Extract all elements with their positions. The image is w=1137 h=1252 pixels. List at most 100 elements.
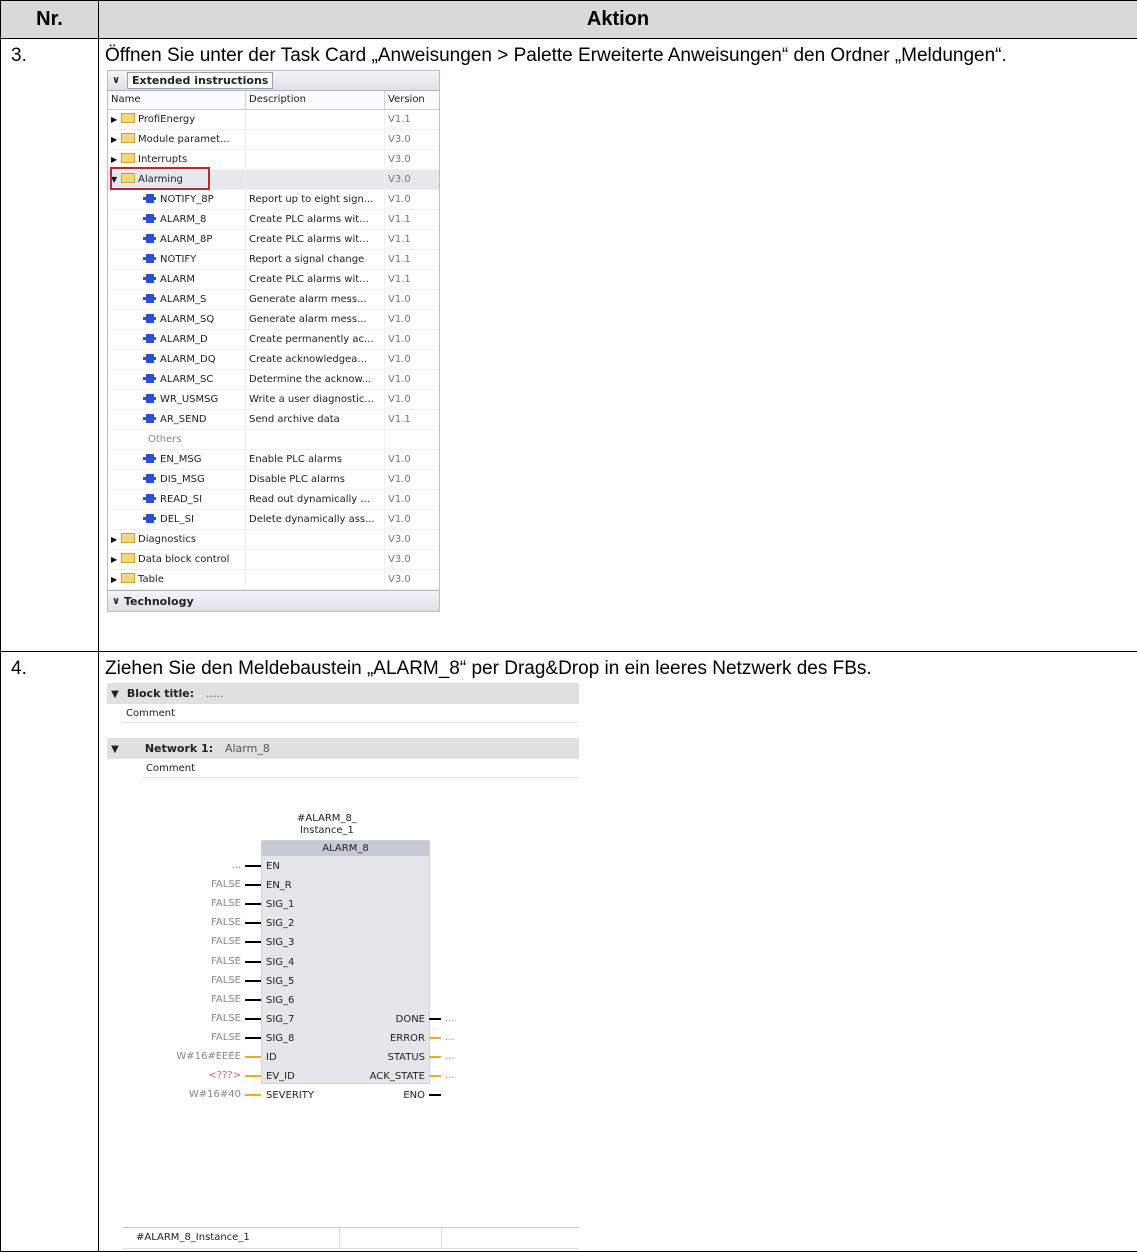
instruction-row[interactable]: NOTIFY_8P Report up to eight sign... V1.… xyxy=(108,190,439,210)
input-value[interactable]: W#16#EEEE xyxy=(143,1049,241,1065)
output-pin-ack_state: ACK_STATE xyxy=(370,1069,425,1085)
output-wire xyxy=(429,1094,441,1096)
collapsed-triangle-icon[interactable]: ▶ xyxy=(111,570,121,589)
instruction-version: V1.0 xyxy=(385,470,437,489)
function-block-icon xyxy=(143,414,156,423)
network-title-bar[interactable]: ▼ Network 1: Alarm_8 xyxy=(107,738,579,759)
block-title-value[interactable]: ..... xyxy=(206,687,223,700)
instruction-version: V1.0 xyxy=(385,350,437,369)
instruction-row[interactable]: AR_SEND Send archive data V1.1 xyxy=(108,410,439,430)
network-name[interactable]: Alarm_8 xyxy=(225,742,270,755)
input-value[interactable]: <???> xyxy=(143,1068,241,1084)
instruction-row[interactable]: NOTIFY Report a signal change V1.1 xyxy=(108,250,439,270)
instruction-version: V1.0 xyxy=(385,490,437,509)
instance-table-row[interactable]: #ALARM_8_Instance_1 xyxy=(122,1227,579,1249)
instruction-row[interactable]: ALARM_S Generate alarm mess... V1.0 xyxy=(108,290,439,310)
block-title-bar[interactable]: ▼ Block title: ..... xyxy=(107,683,579,704)
instruction-row[interactable]: ALARM_D Create permanently ac... V1.0 xyxy=(108,330,439,350)
column-version[interactable]: Version xyxy=(385,91,437,109)
instruction-row[interactable]: ALARM_8 Create PLC alarms wit... V1.1 xyxy=(108,210,439,230)
instruction-row[interactable]: EN_MSG Enable PLC alarms V1.0 xyxy=(108,450,439,470)
instruction-row[interactable]: ALARM_8P Create PLC alarms wit... V1.1 xyxy=(108,230,439,250)
folder-row[interactable]: ▶Table V3.0 xyxy=(108,570,439,590)
column-headers: Name Description Version xyxy=(108,91,439,110)
instruction-name: ALARM_SQ xyxy=(160,314,214,325)
instruction-name: ALARM_8 xyxy=(160,214,206,225)
folder-version: V1.1 xyxy=(385,110,437,129)
step-3-text: Öffnen Sie unter der Task Card „Anweisun… xyxy=(99,39,1137,67)
extended-instructions-header[interactable]: ∨ Extended instructions xyxy=(108,71,439,91)
triangle-down-icon[interactable]: ▼ xyxy=(107,739,123,760)
input-pin-sig_1: SIG_1 xyxy=(266,897,294,913)
function-block-icon xyxy=(143,514,156,523)
technology-header[interactable]: ∨ Technology xyxy=(108,590,439,611)
input-wire xyxy=(245,903,261,905)
input-wire xyxy=(245,1037,261,1039)
input-value[interactable]: FALSE xyxy=(143,992,241,1008)
instruction-row[interactable]: ALARM Create PLC alarms wit... V1.1 xyxy=(108,270,439,290)
input-wire xyxy=(245,884,261,886)
triangle-down-icon[interactable]: ▼ xyxy=(107,684,123,705)
input-value[interactable]: W#16#40 xyxy=(143,1087,241,1103)
highlight-box xyxy=(110,167,210,190)
output-value[interactable]: ... xyxy=(445,1068,455,1084)
instruction-name: NOTIFY xyxy=(160,254,196,265)
output-value[interactable]: ... xyxy=(445,1011,455,1027)
collapsed-triangle-icon[interactable]: ▶ xyxy=(111,110,121,129)
folder-icon xyxy=(121,133,135,143)
collapsed-triangle-icon[interactable]: ▶ xyxy=(111,130,121,149)
instruction-description: Enable PLC alarms xyxy=(246,450,385,469)
step-4-text: Ziehen Sie den Meldebaustein „ALARM_8“ p… xyxy=(99,652,1137,680)
folder-row-alarming[interactable]: ▼Alarming V3.0 xyxy=(108,170,439,190)
instruction-version: V1.1 xyxy=(385,250,437,269)
instance-table-name: #ALARM_8_Instance_1 xyxy=(122,1228,340,1248)
collapsed-triangle-icon[interactable]: ▶ xyxy=(111,550,121,569)
input-value[interactable]: FALSE xyxy=(143,1011,241,1027)
chevron-down-icon[interactable]: ∨ xyxy=(108,596,124,607)
column-name[interactable]: Name xyxy=(108,91,246,109)
output-value[interactable]: ... xyxy=(445,1049,455,1065)
input-value[interactable]: FALSE xyxy=(143,1030,241,1046)
instruction-row[interactable]: DEL_SI Delete dynamically ass... V1.0 xyxy=(108,510,439,530)
output-wire xyxy=(429,1075,441,1077)
input-value[interactable]: FALSE xyxy=(143,973,241,989)
network-comment[interactable]: Comment xyxy=(142,760,579,778)
function-block-icon xyxy=(143,454,156,463)
instruction-description: Create acknowledgea... xyxy=(246,350,385,369)
output-value[interactable]: ... xyxy=(445,1030,455,1046)
instruction-version: V1.1 xyxy=(385,210,437,229)
instruction-row[interactable]: READ_SI Read out dynamically ... V1.0 xyxy=(108,490,439,510)
collapsed-triangle-icon[interactable]: ▶ xyxy=(111,530,121,549)
instruction-version: V1.1 xyxy=(385,230,437,249)
instruction-row[interactable]: ALARM_SC Determine the acknow... V1.0 xyxy=(108,370,439,390)
input-value[interactable]: FALSE xyxy=(143,877,241,893)
instruction-name: WR_USMSG xyxy=(160,394,218,405)
input-value[interactable]: FALSE xyxy=(143,934,241,950)
folder-row[interactable]: ▶Data block control V3.0 xyxy=(108,550,439,570)
output-pin-eno: ENO xyxy=(403,1088,425,1104)
block-comment[interactable]: Comment xyxy=(122,705,579,723)
instruction-version: V1.0 xyxy=(385,370,437,389)
folder-row[interactable]: ▶Module paramet... V3.0 xyxy=(108,130,439,150)
column-description[interactable]: Description xyxy=(246,91,385,109)
input-value[interactable]: ... xyxy=(143,858,241,874)
folder-row[interactable]: ▶ProfiEnergy V1.1 xyxy=(108,110,439,130)
instruction-name: ALARM_SC xyxy=(160,374,213,385)
instruction-description: Generate alarm mess... xyxy=(246,290,385,309)
folder-label: Diagnostics xyxy=(138,534,196,545)
instruction-description: Generate alarm mess... xyxy=(246,310,385,329)
input-value[interactable]: FALSE xyxy=(143,954,241,970)
chevron-down-icon[interactable]: ∨ xyxy=(108,75,124,86)
instance-name[interactable]: #ALARM_8_ Instance_1 xyxy=(297,813,357,837)
instruction-row[interactable]: ALARM_SQ Generate alarm mess... V1.0 xyxy=(108,310,439,330)
instruction-table: Nr. Aktion 3. Öffnen Sie unter der Task … xyxy=(0,0,1137,1252)
folder-icon xyxy=(121,573,135,583)
alarm-8-block[interactable]: ALARM_8 ENEN_RSIG_1SIG_2SIG_3SIG_4SIG_5S… xyxy=(261,840,430,1084)
folder-row[interactable]: ▶ Diagnostics V3.0 xyxy=(108,530,439,550)
instruction-row[interactable]: DIS_MSG Disable PLC alarms V1.0 xyxy=(108,470,439,490)
input-value[interactable]: FALSE xyxy=(143,896,241,912)
input-value[interactable]: FALSE xyxy=(143,915,241,931)
instruction-row[interactable]: WR_USMSG Write a user diagnostic... V1.0 xyxy=(108,390,439,410)
folder-version: V3.0 xyxy=(385,530,437,549)
instruction-row[interactable]: ALARM_DQ Create acknowledgea... V1.0 xyxy=(108,350,439,370)
